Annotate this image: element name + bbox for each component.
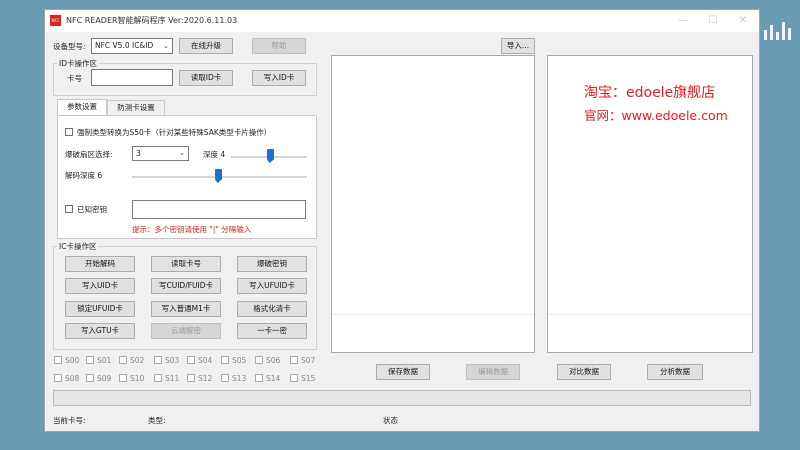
sector-checkbox[interactable] <box>290 356 298 364</box>
device-model-label: 设备型号: <box>53 42 86 51</box>
minimize-button[interactable]: — <box>673 13 693 29</box>
known-key-checkbox[interactable] <box>65 205 73 213</box>
sector-checkbox[interactable] <box>255 356 263 364</box>
maximize-button[interactable]: ☐ <box>703 13 723 29</box>
depth-label: 深度 4 <box>203 150 226 159</box>
depth-slider-thumb[interactable] <box>267 149 274 163</box>
window-title: NFC READER智能解码程序 Ver:2020.6.11.03 <box>66 16 238 25</box>
format-card-button[interactable]: 格式化清卡 <box>237 301 307 317</box>
sector-checkbox[interactable] <box>221 356 229 364</box>
online-upgrade-button[interactable]: 在线升级 <box>179 38 233 54</box>
sector-s14[interactable]: S14 <box>255 374 280 383</box>
id-card-number-input[interactable] <box>91 69 173 86</box>
bars-icon <box>760 17 794 43</box>
crack-sector-value: 3 <box>136 149 141 158</box>
sector-checkbox[interactable] <box>255 374 263 382</box>
sector-checkbox[interactable] <box>187 356 195 364</box>
device-model-select[interactable]: NFC V5.0 IC&ID ⌄ <box>91 38 173 54</box>
id-card-group-title: ID卡操作区 <box>57 58 99 69</box>
help-button[interactable]: 帮助 <box>252 38 306 54</box>
device-model-value: NFC V5.0 IC&ID <box>95 41 154 50</box>
status-label: 状态 <box>383 416 398 425</box>
sector-s04[interactable]: S04 <box>187 356 212 365</box>
write-ufuid-card-button[interactable]: 写入UFUID卡 <box>237 278 307 294</box>
decode-depth-slider-thumb[interactable] <box>215 169 222 183</box>
sector-s08[interactable]: S08 <box>54 374 79 383</box>
pane-gridline <box>332 314 534 315</box>
read-card-number-button[interactable]: 读取卡号 <box>151 256 221 272</box>
crack-sector-select[interactable]: 3 ⌄ <box>132 146 189 161</box>
pane-gridline <box>548 314 752 315</box>
one-card-one-key-button[interactable]: 一卡一密 <box>237 323 307 339</box>
sector-s00[interactable]: S00 <box>54 356 79 365</box>
sector-s01[interactable]: S01 <box>86 356 111 365</box>
known-key-input[interactable] <box>132 200 306 219</box>
force-s50-label: 强制类型转换为S50卡（针对某些特殊SAK类型卡片操作） <box>77 128 272 137</box>
sector-checkbox[interactable] <box>54 356 62 364</box>
sector-checkbox[interactable] <box>119 356 127 364</box>
tab-parameter-settings[interactable]: 参数设置 <box>57 99 107 115</box>
read-id-card-button[interactable]: 读取ID卡 <box>179 70 233 86</box>
app-window: NFC NFC READER智能解码程序 Ver:2020.6.11.03 — … <box>44 9 760 432</box>
sector-s12[interactable]: S12 <box>187 374 212 383</box>
tab-anti-detect-settings[interactable]: 防测卡设置 <box>107 100 165 115</box>
sector-s11[interactable]: S11 <box>154 374 179 383</box>
sector-s02[interactable]: S02 <box>119 356 144 365</box>
sector-checkbox[interactable] <box>54 374 62 382</box>
force-s50-checkbox[interactable] <box>65 128 73 136</box>
import-button[interactable]: 导入... <box>501 38 535 54</box>
crack-key-button[interactable]: 爆破密钥 <box>237 256 307 272</box>
write-id-card-button[interactable]: 写入ID卡 <box>252 70 306 86</box>
decode-depth-label: 解码深度 6 <box>65 171 103 180</box>
ic-card-group-title: IC卡操作区 <box>57 241 99 252</box>
sector-checkbox[interactable] <box>86 356 94 364</box>
sector-checkbox[interactable] <box>154 374 162 382</box>
compare-data-button[interactable]: 对比数据 <box>557 364 611 380</box>
sector-s07[interactable]: S07 <box>290 356 315 365</box>
edit-data-button[interactable]: 编辑数据 <box>466 364 520 380</box>
write-gtu-card-button[interactable]: 写入GTU卡 <box>65 323 135 339</box>
sector-checkbox[interactable] <box>86 374 94 382</box>
sector-checkbox[interactable] <box>221 374 229 382</box>
taobao-store-text: 淘宝：edoele旗舰店 <box>584 85 716 101</box>
compare-data-pane[interactable]: 淘宝：edoele旗舰店 官网：www.edoele.com <box>547 55 753 353</box>
sector-s09[interactable]: S09 <box>86 374 111 383</box>
card-data-pane[interactable] <box>331 55 535 353</box>
card-type-label: 类型: <box>148 416 166 425</box>
sector-checkbox[interactable] <box>154 356 162 364</box>
known-key-hint: 提示：多个密钥请使用 "|" 分隔输入 <box>132 225 252 234</box>
website-text: 官网：www.edoele.com <box>584 108 728 123</box>
sector-checkbox[interactable] <box>119 374 127 382</box>
sector-checkbox[interactable] <box>290 374 298 382</box>
app-logo-icon: NFC <box>50 15 61 26</box>
write-uid-card-button[interactable]: 写入UID卡 <box>65 278 135 294</box>
write-cuid-fuid-button[interactable]: 写CUID/FUID卡 <box>151 278 221 294</box>
progress-bar <box>53 390 751 406</box>
save-data-button[interactable]: 保存数据 <box>376 364 430 380</box>
chevron-down-icon: ⌄ <box>163 42 169 50</box>
close-button[interactable]: ✕ <box>733 13 753 29</box>
sector-s15[interactable]: S15 <box>290 374 315 383</box>
sector-checkbox[interactable] <box>187 374 195 382</box>
parameter-settings-panel: 强制类型转换为S50卡（针对某些特殊SAK类型卡片操作） 爆破扇区选择: 3 ⌄… <box>57 115 317 239</box>
crack-sector-label: 爆破扇区选择: <box>65 150 113 159</box>
sector-s03[interactable]: S03 <box>154 356 179 365</box>
sector-s10[interactable]: S10 <box>119 374 144 383</box>
analyze-data-button[interactable]: 分析数据 <box>647 364 703 380</box>
write-m1-card-button[interactable]: 写入普通M1卡 <box>151 301 221 317</box>
chevron-down-icon: ⌄ <box>179 149 185 157</box>
sector-s05[interactable]: S05 <box>221 356 246 365</box>
known-key-label: 已知密钥 <box>77 205 107 214</box>
card-number-label: 卡号 <box>67 74 82 83</box>
title-bar: NFC NFC READER智能解码程序 Ver:2020.6.11.03 — … <box>45 10 759 32</box>
lock-ufuid-card-button[interactable]: 锁定UFUID卡 <box>65 301 135 317</box>
cloud-decrypt-button[interactable]: 云端解密 <box>151 323 221 339</box>
start-decode-button[interactable]: 开始解码 <box>65 256 135 272</box>
current-card-label: 当前卡号: <box>53 416 86 425</box>
sector-s06[interactable]: S06 <box>255 356 280 365</box>
sector-s13[interactable]: S13 <box>221 374 246 383</box>
